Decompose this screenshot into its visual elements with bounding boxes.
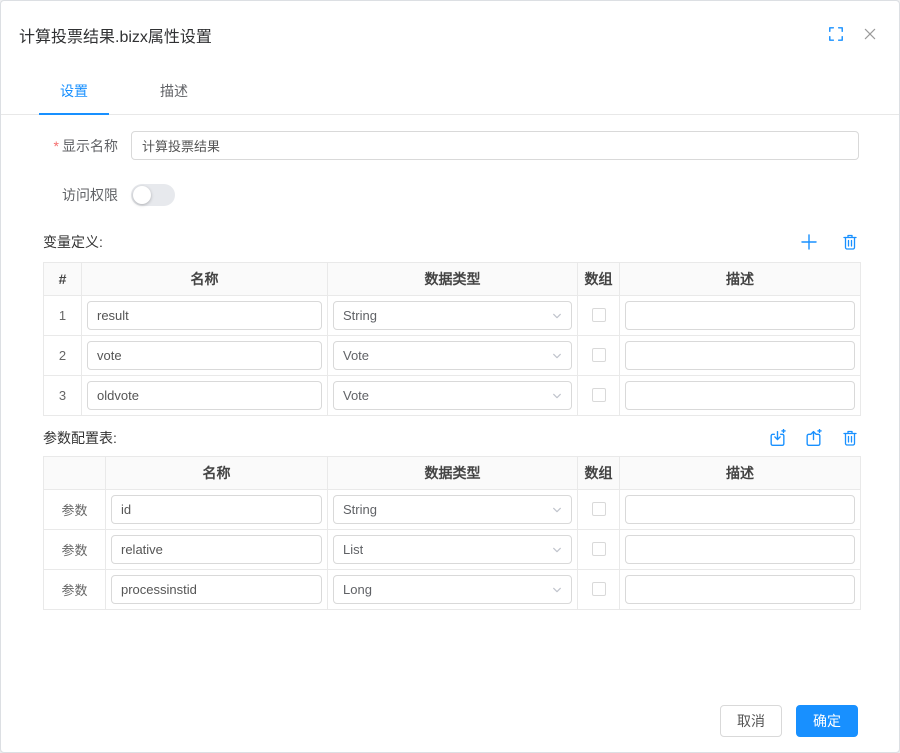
export-params-icon[interactable] bbox=[804, 429, 823, 448]
variable-type-select[interactable]: String bbox=[333, 301, 572, 330]
chevron-down-icon bbox=[551, 544, 563, 556]
params-section-label: 参数配置表: bbox=[43, 428, 117, 448]
variables-section-label: 变量定义: bbox=[43, 232, 103, 252]
variable-name-input[interactable] bbox=[87, 341, 322, 370]
chevron-down-icon bbox=[551, 584, 563, 596]
col-name: 名称 bbox=[106, 457, 328, 490]
param-desc-input[interactable] bbox=[625, 535, 855, 564]
col-datatype: 数据类型 bbox=[328, 457, 578, 490]
tab-description[interactable]: 描述 bbox=[139, 81, 209, 114]
header-actions bbox=[827, 25, 879, 43]
col-description: 描述 bbox=[620, 457, 861, 490]
required-star: * bbox=[54, 138, 59, 154]
tab-settings[interactable]: 设置 bbox=[39, 81, 109, 114]
param-desc-input[interactable] bbox=[625, 495, 855, 524]
array-checkbox[interactable] bbox=[592, 542, 606, 556]
params-actions bbox=[768, 429, 859, 448]
close-icon[interactable] bbox=[861, 25, 879, 43]
array-checkbox[interactable] bbox=[592, 502, 606, 516]
param-row-label: 参数 bbox=[44, 570, 106, 610]
import-params-icon[interactable] bbox=[768, 429, 787, 448]
variable-name-input[interactable] bbox=[87, 381, 322, 410]
display-name-input[interactable] bbox=[131, 131, 859, 160]
variables-actions bbox=[799, 233, 859, 252]
array-checkbox[interactable] bbox=[592, 308, 606, 322]
row-index: 1 bbox=[44, 296, 82, 336]
array-checkbox[interactable] bbox=[592, 582, 606, 596]
param-type-select[interactable]: String bbox=[333, 495, 572, 524]
variable-row: 1 String bbox=[44, 296, 861, 336]
array-checkbox[interactable] bbox=[592, 388, 606, 402]
param-row: 参数 String bbox=[44, 490, 861, 530]
param-desc-input[interactable] bbox=[625, 575, 855, 604]
col-array: 数组 bbox=[578, 263, 620, 296]
variable-type-select[interactable]: Vote bbox=[333, 341, 572, 370]
param-name-input[interactable] bbox=[111, 535, 322, 564]
property-settings-dialog: 计算投票结果.bizx属性设置 设置 描述 *显示名称 bbox=[0, 0, 900, 753]
access-permission-row: 访问权限 bbox=[31, 184, 859, 206]
dialog-header: 计算投票结果.bizx属性设置 bbox=[1, 1, 899, 47]
col-datatype: 数据类型 bbox=[328, 263, 578, 296]
dialog-body: *显示名称 访问权限 变量定义: bbox=[1, 115, 899, 610]
chevron-down-icon bbox=[551, 310, 563, 322]
param-name-input[interactable] bbox=[111, 495, 322, 524]
delete-param-icon[interactable] bbox=[840, 429, 859, 448]
toggle-knob bbox=[133, 186, 151, 204]
params-table-header: 名称 数据类型 数组 描述 bbox=[44, 457, 861, 490]
param-type-select[interactable]: Long bbox=[333, 575, 572, 604]
col-index: # bbox=[44, 263, 82, 296]
add-variable-icon[interactable] bbox=[799, 233, 818, 252]
chevron-down-icon bbox=[551, 504, 563, 516]
param-type-select[interactable]: List bbox=[333, 535, 572, 564]
variable-row: 3 Vote bbox=[44, 376, 861, 416]
variable-name-input[interactable] bbox=[87, 301, 322, 330]
chevron-down-icon bbox=[551, 390, 563, 402]
row-index: 2 bbox=[44, 336, 82, 376]
chevron-down-icon bbox=[551, 350, 563, 362]
dialog-title: 计算投票结果.bizx属性设置 bbox=[19, 23, 212, 47]
variable-desc-input[interactable] bbox=[625, 301, 855, 330]
dialog-footer: 取消 确定 bbox=[720, 705, 858, 737]
confirm-button[interactable]: 确定 bbox=[796, 705, 858, 737]
fullscreen-icon[interactable] bbox=[827, 25, 845, 43]
params-section-header: 参数配置表: bbox=[43, 428, 859, 448]
col-array: 数组 bbox=[578, 457, 620, 490]
col-name: 名称 bbox=[82, 263, 328, 296]
params-table: 名称 数据类型 数组 描述 参数 String bbox=[43, 456, 861, 610]
param-row: 参数 List bbox=[44, 530, 861, 570]
cancel-button[interactable]: 取消 bbox=[720, 705, 782, 737]
col-description: 描述 bbox=[620, 263, 861, 296]
variables-table: # 名称 数据类型 数组 描述 1 String bbox=[43, 262, 861, 416]
param-row: 参数 Long bbox=[44, 570, 861, 610]
param-row-label: 参数 bbox=[44, 490, 106, 530]
col-blank bbox=[44, 457, 106, 490]
delete-variable-icon[interactable] bbox=[840, 233, 859, 252]
param-row-label: 参数 bbox=[44, 530, 106, 570]
display-name-row: *显示名称 bbox=[31, 131, 859, 160]
tab-bar: 设置 描述 bbox=[1, 81, 899, 115]
variables-table-header: # 名称 数据类型 数组 描述 bbox=[44, 263, 861, 296]
variable-type-select[interactable]: Vote bbox=[333, 381, 572, 410]
variable-desc-input[interactable] bbox=[625, 341, 855, 370]
variable-desc-input[interactable] bbox=[625, 381, 855, 410]
variable-row: 2 Vote bbox=[44, 336, 861, 376]
access-permission-toggle[interactable] bbox=[131, 184, 175, 206]
row-index: 3 bbox=[44, 376, 82, 416]
array-checkbox[interactable] bbox=[592, 348, 606, 362]
display-name-label: *显示名称 bbox=[31, 136, 131, 156]
param-name-input[interactable] bbox=[111, 575, 322, 604]
access-permission-label: 访问权限 bbox=[31, 185, 131, 205]
variables-section-header: 变量定义: bbox=[43, 232, 859, 252]
